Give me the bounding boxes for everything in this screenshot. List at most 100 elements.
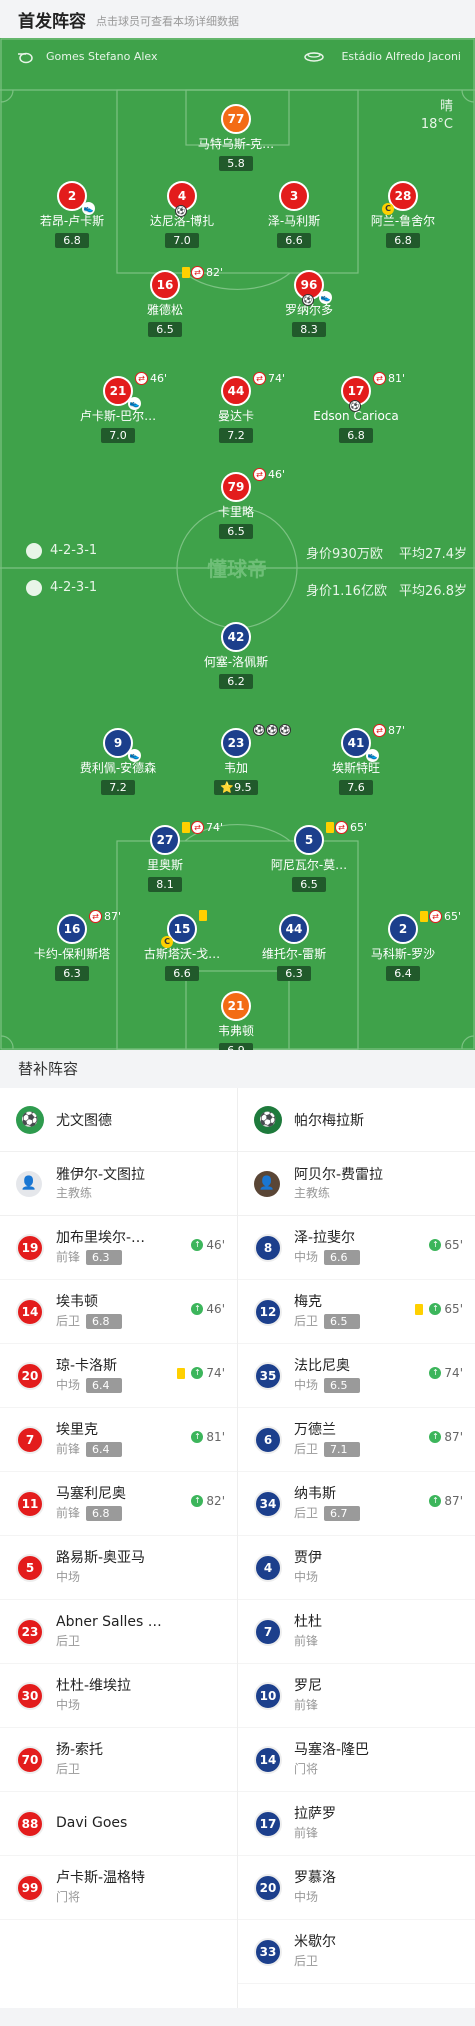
substitution-minute: 74' <box>268 372 286 385</box>
sub-player-row[interactable]: 88 Davi Goes <box>0 1792 237 1856</box>
sub-player-row[interactable]: 12 梅克 后卫 6.5 ↑ 65' <box>238 1280 475 1344</box>
sub-player-name: 琼-卡洛斯 <box>56 1358 118 1374</box>
sub-in-minute: 87' <box>444 1430 463 1444</box>
home-player[interactable]: 79 ⇄ 46' 卡里略 6.5 <box>176 468 296 539</box>
sub-player-position: 前锋 <box>56 1250 81 1264</box>
sub-player-row[interactable]: 33 米歇尔 后卫 <box>238 1920 475 1984</box>
away-team-header[interactable]: ⚽ 帕尔梅拉斯 <box>238 1088 475 1152</box>
lineup-title: 首发阵容 <box>18 11 86 32</box>
home-player[interactable]: 44 ⇄ 74' 曼达卡 7.2 <box>176 372 296 443</box>
yellow-card-icon <box>420 911 428 922</box>
player-number-badge: 77 <box>221 104 251 134</box>
substitution-icon: ⇄ <box>191 266 204 279</box>
match-info-row: Gomes Stefano Alex Estádio Alfredo Jacon… <box>0 50 475 70</box>
player-name: 韦弗顿 <box>217 1024 254 1038</box>
player-rating: 6.8 <box>386 233 420 248</box>
player-number-badge: 2 <box>388 914 418 944</box>
yellow-card-icon <box>182 267 190 278</box>
home-player[interactable]: 4 ⚽ 达尼洛-博扎 7.0 <box>122 181 242 248</box>
sub-player-row[interactable]: 11 马塞利尼奥 前锋 6.8 ↑ 82' <box>0 1472 237 1536</box>
sub-player-row[interactable]: 17 拉萨罗 前锋 <box>238 1792 475 1856</box>
player-event-badges: ⇄ 65' <box>420 910 461 923</box>
player-name: 维托尔-雷斯 <box>261 947 327 961</box>
sub-player-row[interactable]: 10 罗尼 前锋 <box>238 1664 475 1728</box>
away-subs-list: 8 泽-拉斐尔 中场 6.6 ↑ 65' 12 梅克 后卫 6.5 ↑ 65' 35 法比尼奥 中场 6.5 ↑… <box>238 1216 475 1984</box>
player-rating: 8.1 <box>148 877 182 892</box>
sub-number-badge: 35 <box>254 1361 282 1390</box>
sub-player-row[interactable]: 20 罗慕洛 中场 <box>238 1856 475 1920</box>
sub-player-position: 中场 <box>294 1570 319 1584</box>
sub-player-row[interactable]: 14 马塞洛-隆巴 门将 <box>238 1728 475 1792</box>
home-coach[interactable]: 👤 雅伊尔-文图拉 主教练 <box>0 1152 237 1216</box>
sub-player-meta: 前锋 6.4 <box>56 1440 123 1458</box>
away-player[interactable]: 2 ⇄ 65' 马科斯-罗沙 6.4 <box>343 910 463 981</box>
substitution-icon: ⇄ <box>373 372 386 385</box>
lineup-header: 首发阵容 点击球员可查看本场详细数据 <box>0 0 475 38</box>
sub-in-time: ↑ 87' <box>429 1494 463 1508</box>
away-player[interactable]: 5 ⇄ 65' 阿尼瓦尔-莫… 6.5 <box>249 821 369 892</box>
sub-player-row[interactable]: 20 琼-卡洛斯 中场 6.4 ↑ 74' <box>0 1344 237 1408</box>
sub-in-arrow-icon: ↑ <box>429 1303 442 1315</box>
sub-player-row[interactable]: 6 万德兰 后卫 7.1 ↑ 87' <box>238 1408 475 1472</box>
home-player[interactable]: 2 👟 若昂-卢卡斯 6.8 <box>12 181 132 248</box>
away-player[interactable]: 42 何塞-洛佩斯 6.2 <box>176 622 296 689</box>
sub-player-row[interactable]: 7 杜杜 前锋 <box>238 1600 475 1664</box>
player-rating: 6.5 <box>148 322 182 337</box>
sub-player-row[interactable]: 5 路易斯-奥亚马 中场 <box>0 1536 237 1600</box>
home-player[interactable]: 17 ⇄ 81' ⚽ Edson Carioca 6.8 <box>296 372 416 443</box>
away-player[interactable]: 44 维托尔-雷斯 6.3 <box>234 914 354 981</box>
away-player[interactable]: 9 👟 费利佩-安德森 7.2 <box>58 728 178 795</box>
player-avatar-wrap: 5 ⇄ 65' <box>294 821 367 855</box>
home-player[interactable]: 28 C 阿兰-鲁舍尔 6.8 <box>343 181 463 248</box>
away-player[interactable]: 41 ⇄ 87' 👟 埃斯特旺 7.6 <box>296 724 416 795</box>
sub-number-badge: 8 <box>254 1233 282 1262</box>
away-coach[interactable]: 👤 阿贝尔-费雷拉 主教练 <box>238 1152 475 1216</box>
sub-in-time: ↑ 82' <box>191 1494 225 1508</box>
player-name: 卢卡斯-巴尔… <box>79 409 157 423</box>
sub-in-time: ↑ 81' <box>191 1430 225 1444</box>
stadium-name: Estádio Alfredo Jaconi <box>341 50 461 63</box>
sub-player-name: 梅克 <box>294 1294 322 1310</box>
sub-player-row[interactable]: 8 泽-拉斐尔 中场 6.6 ↑ 65' <box>238 1216 475 1280</box>
away-player[interactable]: 15 C 古斯塔沃-戈… 6.6 <box>122 910 242 981</box>
home-player[interactable]: 77 马特乌斯-克… 5.8 <box>176 104 296 171</box>
sub-player-row[interactable]: 99 卢卡斯-温格特 门将 <box>0 1856 237 1920</box>
sub-number-badge: 7 <box>16 1425 44 1454</box>
sub-player-row[interactable]: 4 贾伊 中场 <box>238 1536 475 1600</box>
home-player[interactable]: 21 ⇄ 46' 👟 卢卡斯-巴尔… 7.0 <box>58 372 178 443</box>
substitution-minute: 46' <box>268 468 286 481</box>
sub-player-name: Abner Salles … <box>56 1614 162 1630</box>
sub-player-row[interactable]: 30 杜杜-维埃拉 中场 <box>0 1664 237 1728</box>
sub-player-row[interactable]: 19 加布里埃尔-… 前锋 6.3 ↑ 46' <box>0 1216 237 1280</box>
player-avatar-wrap: 27 ⇄ 74' <box>150 821 223 855</box>
home-player[interactable]: 3 泽-马利斯 6.6 <box>234 181 354 248</box>
away-player[interactable]: 23 ⚽ ⚽ ⚽ 韦加 ⭐9.5 <box>176 724 296 795</box>
away-team-name: 帕尔梅拉斯 <box>294 1112 364 1129</box>
sub-player-row[interactable]: 23 Abner Salles … 后卫 <box>0 1600 237 1664</box>
sub-player-row[interactable]: 14 埃韦顿 后卫 6.8 ↑ 46' <box>0 1280 237 1344</box>
away-player[interactable]: 21 韦弗顿 6.9 <box>176 991 296 1050</box>
sub-player-row[interactable]: 34 纳韦斯 后卫 6.7 ↑ 87' <box>238 1472 475 1536</box>
player-rating: 6.9 <box>219 1043 253 1050</box>
substitution-icon: ⇄ <box>253 468 266 481</box>
player-number-badge: 5 <box>294 825 324 855</box>
sub-player-row[interactable]: 7 埃里克 前锋 6.4 ↑ 81' <box>0 1408 237 1472</box>
home-player[interactable]: 96 👟 ⚽ 罗纳尔多 8.3 <box>249 270 369 337</box>
sub-number-badge: 30 <box>16 1681 44 1710</box>
sub-player-row[interactable]: 35 法比尼奥 中场 6.5 ↑ 74' <box>238 1344 475 1408</box>
sub-player-meta: 中场 <box>294 1568 322 1586</box>
home-team-header[interactable]: ⚽ 尤文图德 <box>0 1088 237 1152</box>
player-number-badge: 44 <box>279 914 309 944</box>
sub-player-meta: 后卫 <box>56 1632 162 1650</box>
away-player[interactable]: 16 ⇄ 87' 卡约-保利斯塔 6.3 <box>12 910 132 981</box>
sub-player-position: 门将 <box>294 1762 319 1776</box>
assist-boot-icon: 👟 <box>366 749 379 762</box>
home-player[interactable]: 16 ⇄ 82' 雅德松 6.5 <box>105 266 225 337</box>
sub-player-row[interactable]: 70 扬-索托 后卫 <box>0 1728 237 1792</box>
sub-player-name: 罗尼 <box>294 1678 322 1694</box>
away-player[interactable]: 27 ⇄ 74' 里奥斯 8.1 <box>105 821 225 892</box>
player-rating-wrap: 6.5 <box>105 318 225 337</box>
pitch: 懂球帝 Gomes Stefano Alex Estádio Alfredo J… <box>0 38 475 1050</box>
sub-number-badge: 12 <box>254 1297 282 1326</box>
player-rating-wrap: 7.0 <box>58 424 178 443</box>
